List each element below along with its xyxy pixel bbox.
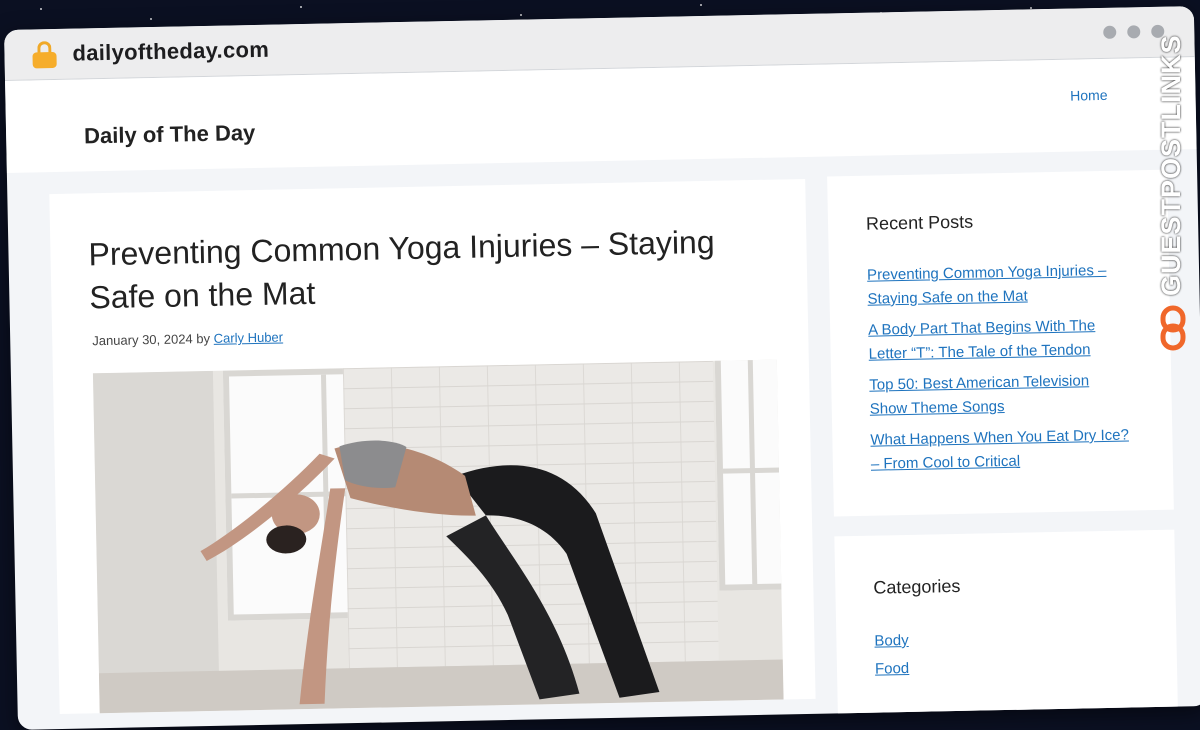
categories-title: Categories [873, 575, 961, 598]
recent-posts-title: Recent Posts [865, 211, 974, 234]
nav-home-link[interactable]: Home [1070, 87, 1108, 104]
watermark-text: GUESTPOSTLINKS [1156, 34, 1186, 296]
guestpostlinks-watermark: GUESTPOSTLINKS [1154, 34, 1194, 356]
browser-window: dailyoftheday.com Daily of The Day Home … [4, 6, 1200, 730]
category-link[interactable]: Body [874, 632, 909, 650]
post-by: by [196, 330, 211, 347]
categories-list: Body Food [874, 627, 909, 684]
post-date: January 30, 2024 [92, 331, 193, 349]
list-item: What Happens When You Eat Dry Ice? – Fro… [870, 423, 1131, 476]
author-link[interactable]: Carly Huber [214, 329, 284, 345]
recent-post-link[interactable]: What Happens When You Eat Dry Ice? – Fro… [870, 427, 1129, 473]
recent-post-link[interactable]: A Body Part That Begins With The Letter … [868, 317, 1095, 363]
list-item: A Body Part That Begins With The Letter … [868, 314, 1129, 367]
category-link[interactable]: Food [875, 660, 910, 678]
url-text[interactable]: dailyoftheday.com [72, 37, 269, 67]
list-item: Top 50: Best American Television Show Th… [869, 368, 1130, 421]
lock-icon [32, 41, 57, 69]
post-meta: January 30, 2024 by Carly Huber [92, 329, 283, 348]
article-card: Preventing Common Yoga Injuries – Stayin… [49, 178, 816, 715]
list-item: Body [874, 627, 909, 656]
recent-posts-list: Preventing Common Yoga Injuries – Stayin… [867, 259, 1131, 484]
site-title[interactable]: Daily of The Day [84, 120, 256, 149]
categories-widget: Categories Body Food [834, 529, 1179, 730]
article-title: Preventing Common Yoga Injuries – Stayin… [88, 223, 715, 316]
recent-posts-widget: Recent Posts Preventing Common Yoga Inju… [827, 169, 1174, 517]
list-item: Preventing Common Yoga Injuries – Stayin… [867, 259, 1128, 312]
link-chain-icon [1160, 305, 1186, 351]
recent-post-link[interactable]: Top 50: Best American Television Show Th… [869, 372, 1089, 417]
recent-post-link[interactable]: Preventing Common Yoga Injuries – Stayin… [867, 262, 1107, 308]
yoga-figure-illustration [200, 440, 660, 705]
featured-image[interactable] [92, 359, 784, 714]
content-area: Preventing Common Yoga Injuries – Stayin… [7, 149, 1200, 730]
list-item: Food [875, 655, 910, 684]
